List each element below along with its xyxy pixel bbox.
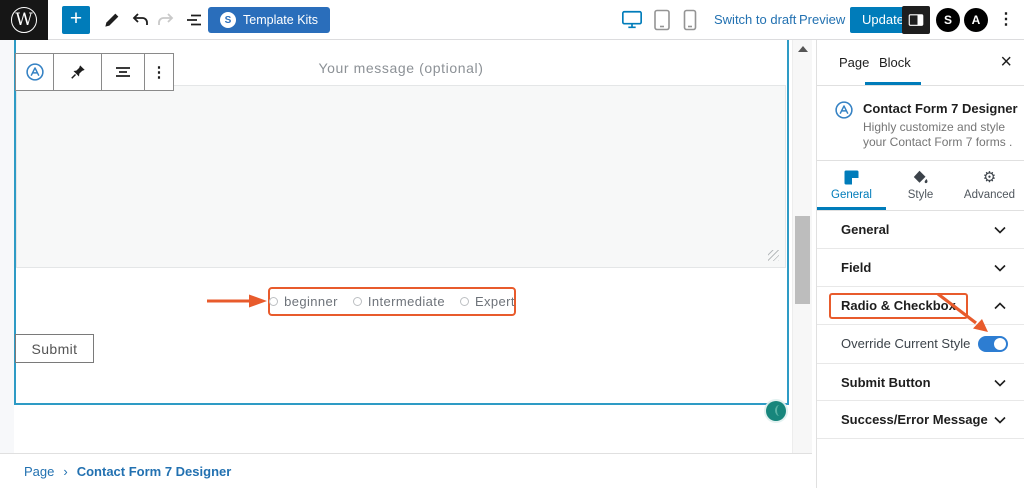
template-kits-badge-icon: S	[220, 12, 236, 28]
preview-tablet-button[interactable]	[650, 8, 674, 32]
chevron-down-icon	[994, 264, 1006, 272]
tab-style[interactable]: Style	[886, 161, 955, 210]
message-textarea[interactable]	[16, 85, 786, 268]
editor-canvas-margin	[0, 40, 14, 453]
block-drag-handle-icon[interactable]	[766, 401, 786, 421]
block-pin-button[interactable]	[54, 54, 102, 90]
s-circle-icon: S	[944, 13, 952, 27]
chevron-down-icon	[994, 379, 1006, 387]
pencil-icon	[102, 10, 122, 30]
close-icon[interactable]: ×	[1000, 50, 1012, 74]
sidebar-header: Page Block ×	[817, 40, 1024, 86]
block-align-button[interactable]	[102, 54, 145, 90]
panel-submit-button[interactable]: Submit Button	[817, 363, 1024, 401]
list-view-icon	[184, 10, 204, 30]
settings-sidebar: Page Block × Contact Form 7 Designer Hig…	[816, 40, 1024, 488]
active-settings-tab-underline	[817, 207, 886, 210]
tab-page[interactable]: Page	[839, 40, 869, 86]
scrollbar-thumb[interactable]	[795, 216, 810, 304]
preview-link[interactable]: Preview	[799, 0, 845, 40]
panel-label: General	[841, 211, 889, 249]
panel-label: Success/Error Message	[841, 401, 988, 439]
breadcrumb: Page › Contact Form 7 Designer	[0, 453, 812, 488]
tab-label: Style	[908, 189, 934, 201]
block-options-button[interactable]: ⋮	[145, 54, 173, 90]
plus-icon: +	[70, 7, 82, 30]
sidebar-toggle-icon	[907, 11, 925, 29]
breadcrumb-separator: ›	[63, 464, 67, 479]
s-plugin-button[interactable]: S	[936, 8, 960, 32]
redo-button[interactable]	[154, 8, 178, 32]
panel-success-error-message[interactable]: Success/Error Message	[817, 401, 1024, 439]
active-tab-underline	[865, 82, 921, 85]
panel-field[interactable]: Field	[817, 249, 1024, 287]
block-type-button[interactable]	[16, 54, 54, 90]
tab-label: Advanced	[964, 189, 1015, 201]
a-circle-icon: A	[972, 13, 981, 27]
selected-block-border-bottom	[14, 403, 789, 405]
radio-label: Intermediate	[368, 294, 445, 309]
block-info-card: Contact Form 7 Designer Highly customize…	[817, 86, 1024, 161]
selected-block-border-right	[787, 40, 789, 405]
switch-to-draft-link[interactable]: Switch to draft	[714, 0, 796, 40]
form-submit-button[interactable]: Submit	[15, 334, 94, 363]
options-icon: ⋮	[152, 63, 167, 81]
chevron-down-icon	[994, 226, 1006, 234]
undo-icon	[130, 10, 150, 30]
more-options-button[interactable]: ⋮	[996, 8, 1016, 32]
template-kits-label: Template Kits	[243, 13, 318, 27]
redo-icon	[156, 10, 176, 30]
mobile-icon	[682, 9, 698, 31]
undo-button[interactable]	[128, 8, 152, 32]
a-plugin-button[interactable]: A	[964, 8, 988, 32]
panel-label: Submit Button	[841, 364, 931, 402]
cf7-designer-logo-icon	[833, 99, 855, 121]
tab-label: General	[831, 189, 872, 201]
preview-desktop-button[interactable]	[620, 8, 644, 32]
template-kits-button[interactable]: S Template Kits	[208, 7, 330, 33]
desktop-icon	[621, 9, 643, 31]
pin-icon	[68, 62, 88, 82]
radio-icon[interactable]	[353, 297, 362, 306]
radio-label: Expert	[475, 294, 515, 309]
general-tab-icon	[844, 170, 859, 185]
editor-top-bar: W + S Template Kits	[0, 0, 1024, 40]
block-description: Highly customize and style your Contact …	[863, 120, 1024, 150]
tab-general[interactable]: General	[817, 161, 886, 210]
radio-options-highlight-box: beginner Intermediate Expert	[268, 287, 516, 316]
list-view-button[interactable]	[182, 8, 206, 32]
block-toolbar: ⋮	[15, 53, 174, 91]
annotation-arrow-toggle	[930, 290, 1000, 340]
radio-label: beginner	[284, 294, 338, 309]
preview-mobile-button[interactable]	[678, 8, 702, 32]
breadcrumb-current-block[interactable]: Contact Form 7 Designer	[77, 464, 232, 479]
panel-general[interactable]: General	[817, 211, 1024, 249]
chevron-down-icon	[994, 416, 1006, 424]
panel-label: Field	[841, 249, 871, 287]
radio-icon[interactable]	[460, 297, 469, 306]
scrollbar-up-arrow-icon[interactable]	[798, 46, 808, 52]
tab-advanced[interactable]: ⚙ Advanced	[955, 161, 1024, 210]
edit-mode-button[interactable]	[100, 8, 124, 32]
wordpress-logo-icon: W	[11, 7, 37, 33]
style-tab-icon	[913, 170, 929, 185]
wordpress-menu-button[interactable]: W	[0, 0, 48, 40]
tab-block[interactable]: Block	[879, 40, 911, 86]
settings-tabs: General Style ⚙ Advanced	[817, 161, 1024, 211]
textarea-resize-handle[interactable]	[768, 250, 779, 261]
annotation-arrow-radio	[205, 292, 269, 310]
cf7-designer-logo-icon	[24, 61, 46, 83]
block-title: Contact Form 7 Designer	[863, 101, 1018, 116]
add-block-button[interactable]: +	[62, 6, 90, 34]
settings-sidebar-toggle-button[interactable]	[902, 6, 930, 34]
radio-option-beginner[interactable]: beginner	[269, 294, 338, 309]
advanced-tab-icon: ⚙	[983, 170, 996, 185]
breadcrumb-page-link[interactable]: Page	[24, 464, 54, 479]
radio-option-expert[interactable]: Expert	[460, 294, 515, 309]
radio-option-intermediate[interactable]: Intermediate	[353, 294, 445, 309]
align-center-icon	[113, 62, 133, 82]
canvas-scrollbar[interactable]	[792, 40, 812, 453]
tablet-icon	[652, 9, 672, 31]
radio-icon[interactable]	[269, 297, 278, 306]
